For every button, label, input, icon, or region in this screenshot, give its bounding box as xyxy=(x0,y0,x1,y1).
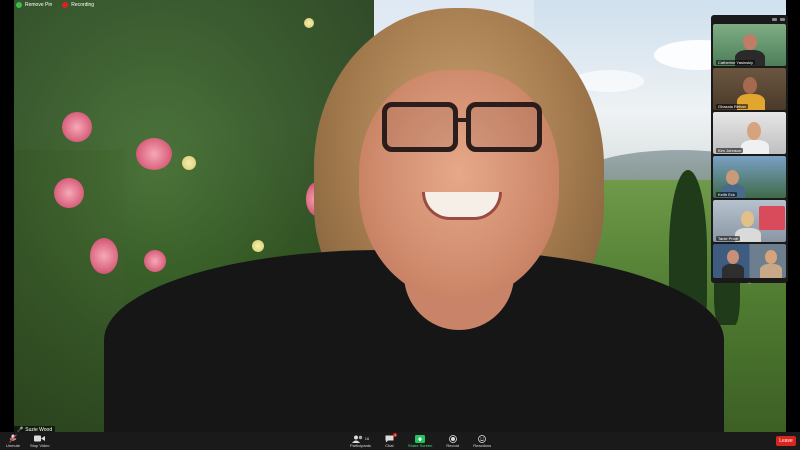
people-icon: 16 xyxy=(351,434,370,443)
share-screen-button[interactable]: Share Screen xyxy=(408,432,432,450)
participant-name: Kim Johnson xyxy=(716,148,744,153)
participants-label: Participants xyxy=(350,443,371,448)
record-icon xyxy=(448,434,457,443)
minimize-strip-icon[interactable] xyxy=(772,17,777,21)
video-camera-icon xyxy=(34,434,46,443)
record-button[interactable]: Record xyxy=(446,432,459,450)
remove-pin-label: Remove Pin xyxy=(25,2,53,8)
main-video-feed xyxy=(14,0,786,432)
layout-strip-icon[interactable] xyxy=(780,17,785,21)
strip-controls xyxy=(711,15,788,23)
meeting-toolbar: Unmute Stop Video 16 Participants 1 Chat xyxy=(0,432,800,450)
participant-name: Keith Eck xyxy=(716,192,737,197)
participants-button[interactable]: 16 Participants xyxy=(350,432,371,450)
participant-tile[interactable]: Ghazala Rehan xyxy=(713,68,786,110)
leave-button[interactable]: Leave xyxy=(776,436,796,446)
chat-badge: 1 xyxy=(393,433,397,437)
participant-tile[interactable] xyxy=(713,244,786,278)
participant-name: Tanie Price xyxy=(716,236,740,241)
chat-bubble-icon: 1 xyxy=(385,433,397,443)
strip-scroll-down-icon[interactable]: ⌄ xyxy=(711,280,788,286)
participants-count: 16 xyxy=(364,436,370,441)
stop-video-label: Stop Video xyxy=(30,443,50,448)
smile-icon xyxy=(478,434,487,443)
share-screen-icon xyxy=(415,434,426,443)
recording-indicator[interactable]: Recording xyxy=(62,2,94,8)
recording-label: Recording xyxy=(71,2,95,8)
mic-muted-icon xyxy=(9,434,17,443)
participant-tile[interactable]: Tanie Price xyxy=(713,200,786,242)
unmute-label: Unmute xyxy=(6,443,21,448)
participant-tile[interactable]: Kim Johnson xyxy=(713,112,786,154)
reactions-label: Reactions xyxy=(473,443,492,448)
share-screen-label: Share Screen xyxy=(407,443,433,448)
remove-pin-button[interactable]: Remove Pin xyxy=(16,2,52,8)
stop-video-button[interactable]: Stop Video xyxy=(30,432,50,450)
speaker-person xyxy=(14,0,724,432)
reactions-button[interactable]: Reactions xyxy=(473,432,491,450)
participant-tile[interactable]: Keith Eck xyxy=(713,156,786,198)
pin-icon xyxy=(16,2,22,8)
participant-strip: Catherine Yasinskiy Ghazala Rehan Kim Jo… xyxy=(711,15,788,286)
participant-name: Catherine Yasinskiy xyxy=(716,60,755,65)
meeting-status-bar: Remove Pin Recording xyxy=(16,2,94,8)
recording-dot-icon xyxy=(62,2,69,8)
participant-tile[interactable]: Catherine Yasinskiy xyxy=(713,24,786,66)
chat-label: Chat xyxy=(385,443,394,448)
record-label: Record xyxy=(446,443,460,448)
chat-button[interactable]: 1 Chat xyxy=(385,432,397,450)
unmute-button[interactable]: Unmute xyxy=(6,432,20,450)
participant-name: Ghazala Rehan xyxy=(716,104,748,109)
